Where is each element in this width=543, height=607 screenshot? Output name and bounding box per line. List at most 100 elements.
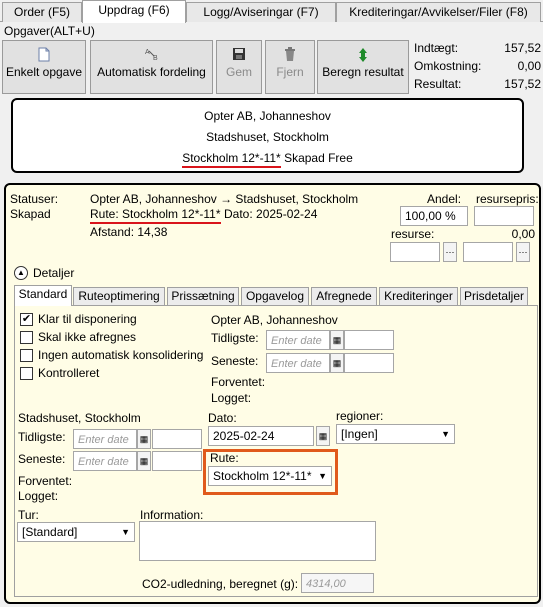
- tab-prissaetning[interactable]: Prissætning: [167, 287, 239, 305]
- resurse-picker-icon-2[interactable]: ⋯: [516, 242, 530, 262]
- automatisk-fordeling-button[interactable]: AB Automatisk fordeling: [90, 40, 213, 94]
- pickup-seneste-time[interactable]: [344, 353, 394, 373]
- rute-info: Rute: Stockholm 12*-11*: [90, 207, 221, 224]
- pickup-address: Opter AB, Johanneshov: [204, 109, 331, 123]
- tab-logg[interactable]: Logg/Aviseringar (F7): [186, 2, 336, 22]
- calendar-icon[interactable]: ▦: [330, 330, 344, 350]
- pickup-seneste-input[interactable]: Enter date: [266, 353, 330, 373]
- tur-select[interactable]: [Standard] ▼: [17, 522, 135, 542]
- rute-select[interactable]: Stockholm 12*-11* ▼: [208, 466, 332, 486]
- kontrolleret-label: Kontrolleret: [38, 366, 100, 380]
- tur-value: [Standard]: [22, 525, 78, 539]
- assignment-address-box: Opter AB, Johanneshov Stadshuset, Stockh…: [11, 98, 524, 173]
- collapse-icon[interactable]: ▲: [14, 266, 28, 280]
- klar-checkbox[interactable]: ✔: [20, 313, 33, 326]
- calculate-icon: [318, 47, 408, 63]
- resurse-label: resurse:: [391, 227, 435, 241]
- tab-standard-label: Standard: [18, 287, 68, 301]
- beregn-resultat-button[interactable]: Beregn resultat: [317, 40, 409, 94]
- chevron-down-icon: ▼: [318, 471, 327, 481]
- distribute-icon: AB: [91, 47, 212, 63]
- dato-info: Dato: 2025-02-24: [224, 207, 318, 221]
- andel-label: Andel:: [427, 192, 462, 206]
- dato-input[interactable]: 2025-02-24: [208, 426, 314, 446]
- tab-uppdrag[interactable]: Uppdrag (F6): [82, 0, 186, 23]
- skal-ikke-afregnes-checkbox[interactable]: [20, 331, 33, 344]
- tab-krediteringer-label: Krediteringer: [384, 289, 453, 303]
- delivery-seneste-input[interactable]: Enter date: [73, 451, 137, 471]
- calendar-icon[interactable]: ▦: [137, 429, 151, 449]
- indtaegt-label: Indtægt:: [414, 41, 459, 55]
- delivery-forventet-label: Forventet:: [18, 474, 73, 488]
- regioner-label: regioner:: [336, 409, 384, 423]
- trash-icon: [266, 47, 314, 63]
- klar-label: Klar til disponering: [38, 312, 137, 326]
- dato-label: Dato:: [208, 411, 237, 425]
- tab-uppdrag-label: Uppdrag (F6): [98, 3, 170, 17]
- resurse-field-2[interactable]: [463, 242, 513, 262]
- tab-order[interactable]: Order (F5): [2, 2, 82, 22]
- ingen-konsolidering-checkbox[interactable]: [20, 349, 33, 362]
- fjern-button[interactable]: Fjern: [265, 40, 315, 94]
- delivery-seneste-time[interactable]: [152, 451, 202, 471]
- pickup-tidligste-placeholder: Enter date: [271, 335, 322, 347]
- co2-value: 4314,00: [306, 578, 346, 590]
- tab-standard[interactable]: Standard: [14, 285, 72, 306]
- pickup-tidligste-input[interactable]: Enter date: [266, 330, 330, 350]
- tab-opgavelog-label: Opgavelog: [245, 289, 305, 303]
- detaljer-label[interactable]: Detaljer: [33, 266, 74, 280]
- tab-ruteoptimering-label: Ruteoptimering: [78, 289, 160, 303]
- tab-prisdetaljer[interactable]: Prisdetaljer: [460, 287, 528, 305]
- andel-field[interactable]: 100,00 %: [400, 206, 468, 226]
- kontrolleret-checkbox[interactable]: [20, 367, 33, 380]
- opgaver-menu[interactable]: Opgaver(ALT+U): [4, 24, 95, 38]
- delivery-logget-label: Logget:: [18, 489, 59, 503]
- gem-button[interactable]: Gem: [216, 40, 262, 94]
- resurse-field-1[interactable]: [390, 242, 440, 262]
- statuser-label: Statuser:: [10, 192, 59, 206]
- delivery-tidligste-time[interactable]: [152, 429, 202, 449]
- information-label: Information:: [140, 508, 204, 522]
- tab-opgavelog[interactable]: Opgavelog: [241, 287, 309, 305]
- delivery-seneste-label: Seneste:: [18, 452, 66, 466]
- tab-afregnede[interactable]: Afregnede: [311, 287, 377, 305]
- route-status-line: Stockholm 12*-11* Skapad Free: [13, 148, 522, 169]
- ingen-konsolidering-label: Ingen automatisk konsolidering: [38, 348, 204, 362]
- tab-afregnede-label: Afregnede: [316, 289, 372, 303]
- resursepris-field[interactable]: [474, 206, 534, 226]
- afstand-info: Afstand: 14,38: [90, 225, 168, 239]
- co2-label: CO2-udledning, beregnet (g):: [142, 577, 299, 591]
- svg-text:A: A: [145, 49, 150, 56]
- pickup-tidligste-time[interactable]: [344, 330, 394, 350]
- status-value: Skapad: [10, 207, 51, 221]
- calendar-icon[interactable]: ▦: [330, 353, 344, 373]
- regioner-select[interactable]: [Ingen] ▼: [336, 424, 455, 444]
- indtaegt-value: 157,52: [504, 41, 541, 55]
- omkostning-value: 0,00: [517, 59, 541, 73]
- save-icon: [217, 47, 261, 63]
- calendar-icon[interactable]: ▦: [316, 426, 330, 446]
- rute-label: Rute:: [210, 451, 239, 465]
- pickup-seneste-placeholder: Enter date: [271, 358, 322, 370]
- enkelt-opgave-button[interactable]: Enkelt opgave: [2, 40, 86, 94]
- resultat-label: Resultat:: [414, 77, 462, 91]
- tab-logg-label: Logg/Aviseringar (F7): [203, 5, 319, 19]
- pickup-name: Opter AB, Johanneshov: [211, 313, 338, 327]
- delivery-tidligste-input[interactable]: Enter date: [73, 429, 137, 449]
- calendar-icon[interactable]: ▦: [137, 451, 151, 471]
- route-text: Stockholm 12*-11*: [182, 151, 281, 168]
- tab-krediteringar[interactable]: Krediteringar/Avvikelser/Filer (F8): [336, 2, 541, 22]
- tab-krediteringar-label: Krediteringar/Avvikelser/Filer (F8): [349, 5, 528, 19]
- resurse-picker-icon-1[interactable]: ⋯: [443, 242, 457, 262]
- information-textarea[interactable]: [139, 521, 376, 561]
- tab-krediteringer[interactable]: Krediteringer: [379, 287, 458, 305]
- gem-label: Gem: [225, 65, 252, 79]
- rute-value: Stockholm 12*-11*: [213, 469, 312, 483]
- automatisk-fordeling-label: Automatisk fordeling: [97, 65, 206, 79]
- tab-prissaetning-label: Prissætning: [171, 289, 235, 303]
- pickup-tidligste-label: Tidligste:: [211, 331, 259, 345]
- chevron-down-icon: ▼: [121, 527, 130, 537]
- omkostning-label: Omkostning:: [414, 59, 482, 73]
- skal-ikke-afregnes-label: Skal ikke afregnes: [38, 330, 137, 344]
- tab-ruteoptimering[interactable]: Ruteoptimering: [73, 287, 165, 305]
